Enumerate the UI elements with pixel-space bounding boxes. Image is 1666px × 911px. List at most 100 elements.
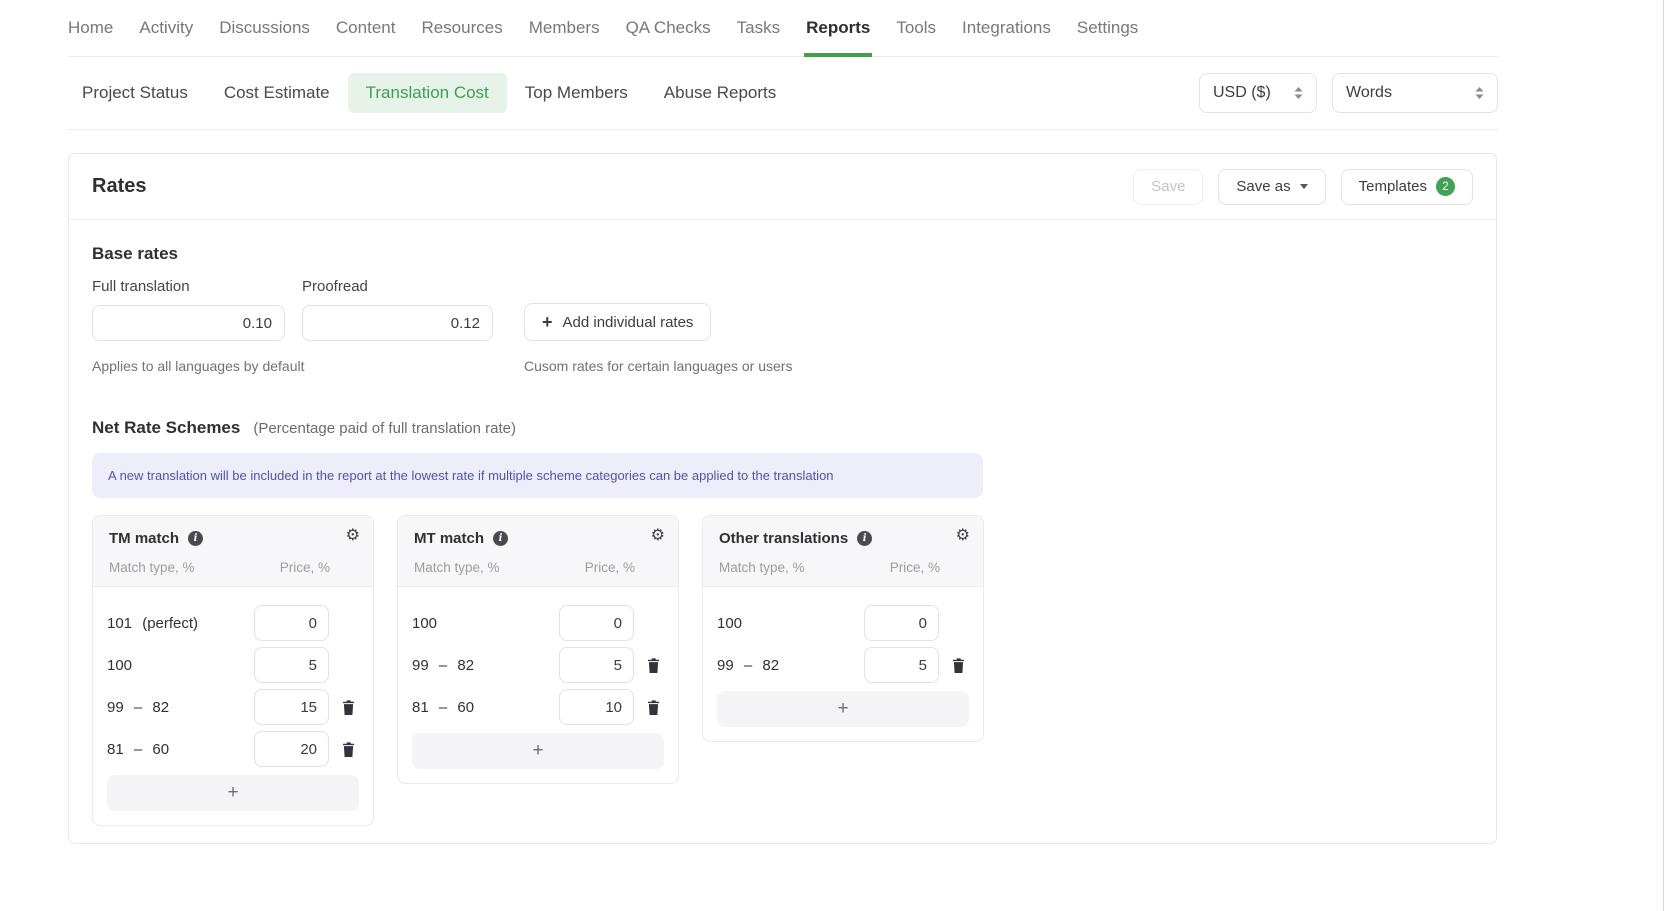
- trash-slot: [337, 700, 359, 715]
- nav-item-discussions[interactable]: Discussions: [219, 0, 310, 56]
- delete-row-button[interactable]: [647, 658, 660, 673]
- rate-row: 81 – 60: [398, 689, 678, 725]
- delete-row-button[interactable]: [952, 658, 965, 673]
- price-input[interactable]: [254, 605, 329, 641]
- lowest-rate-info-banner: A new translation will be included in th…: [92, 453, 983, 498]
- tab-top-members[interactable]: Top Members: [507, 73, 646, 113]
- add-individual-rates-button[interactable]: + Add individual rates: [524, 303, 711, 341]
- match-type-value: 81 – 60: [107, 741, 254, 758]
- info-icon[interactable]: i: [188, 531, 203, 546]
- price-input[interactable]: [559, 605, 634, 641]
- page-right-edge: [1663, 0, 1664, 911]
- match-type-column-header: Match type, %: [109, 560, 195, 575]
- price-input[interactable]: [254, 647, 329, 683]
- match-type-value: 99 – 82: [717, 657, 864, 674]
- delete-row-button[interactable]: [342, 700, 355, 715]
- trash-slot: [947, 658, 969, 673]
- nav-item-qa-checks[interactable]: QA Checks: [626, 0, 711, 56]
- price-input[interactable]: [254, 731, 329, 767]
- rate-row: 100: [93, 647, 373, 683]
- price-input[interactable]: [559, 689, 634, 725]
- top-navigation: Home Activity Discussions Content Resour…: [68, 0, 1498, 57]
- trash-icon: [342, 742, 355, 757]
- base-rate-labels: Full translation Proofread: [92, 278, 1473, 295]
- save-as-button[interactable]: Save as: [1218, 169, 1325, 205]
- templates-button[interactable]: Templates 2: [1341, 169, 1473, 205]
- price-column-header: Price, %: [890, 560, 940, 575]
- trash-slot: [337, 742, 359, 757]
- trash-slot: [642, 700, 664, 715]
- tab-cost-estimate[interactable]: Cost Estimate: [206, 73, 348, 113]
- full-translation-input[interactable]: [92, 305, 285, 341]
- match-type-value: 100: [412, 615, 559, 632]
- nav-item-resources[interactable]: Resources: [421, 0, 502, 56]
- price-input[interactable]: [864, 647, 939, 683]
- nav-item-home[interactable]: Home: [68, 0, 113, 56]
- sort-arrows-icon: [1475, 87, 1484, 99]
- match-type-value: 101 (perfect): [107, 615, 254, 632]
- price-input[interactable]: [559, 647, 634, 683]
- rate-row: 81 – 60: [93, 731, 373, 767]
- rates-card-header: Rates Save Save as Templates 2: [69, 154, 1496, 220]
- add-rate-row-button[interactable]: +: [717, 691, 969, 727]
- gear-icon[interactable]: ⚙: [956, 527, 970, 543]
- proofread-input[interactable]: [302, 305, 493, 341]
- delete-row-button[interactable]: [647, 700, 660, 715]
- mt-match-title-row: MT match i: [414, 530, 664, 547]
- base-rates-hint: Applies to all languages by default: [92, 358, 524, 374]
- save-as-label: Save as: [1236, 178, 1290, 195]
- nav-item-activity[interactable]: Activity: [139, 0, 193, 56]
- trash-icon: [952, 658, 965, 673]
- price-input[interactable]: [254, 689, 329, 725]
- tm-match-title-row: TM match i: [109, 530, 359, 547]
- trash-icon: [647, 658, 660, 673]
- info-icon[interactable]: i: [493, 531, 508, 546]
- unit-select[interactable]: Words: [1332, 73, 1498, 113]
- rate-row: 100: [703, 605, 983, 641]
- nav-item-integrations[interactable]: Integrations: [962, 0, 1051, 56]
- info-icon[interactable]: i: [857, 531, 872, 546]
- gear-icon[interactable]: ⚙: [346, 527, 360, 543]
- match-type-column-header: Match type, %: [414, 560, 500, 575]
- tab-abuse-reports[interactable]: Abuse Reports: [646, 73, 794, 113]
- match-type-value: 100: [717, 615, 864, 632]
- add-rate-row-button[interactable]: +: [412, 733, 664, 769]
- templates-label: Templates: [1359, 178, 1427, 195]
- nav-item-tools[interactable]: Tools: [896, 0, 936, 56]
- price-input[interactable]: [864, 605, 939, 641]
- other-translations-rows: 100 99 – 82 +: [703, 587, 983, 741]
- other-translations-panel-header: Other translations i ⚙ Match type, % Pri…: [703, 516, 983, 587]
- trash-slot: [642, 658, 664, 673]
- mt-match-rows: 100 99 – 82: [398, 587, 678, 783]
- other-translations-columns: Match type, % Price, %: [719, 560, 969, 575]
- mt-match-columns: Match type, % Price, %: [414, 560, 664, 575]
- rate-row: 100: [398, 605, 678, 641]
- tm-match-rows: 101 (perfect) 100 99 – 82: [93, 587, 373, 825]
- nav-item-reports[interactable]: Reports: [806, 0, 870, 56]
- mt-match-panel-header: MT match i ⚙ Match type, % Price, %: [398, 516, 678, 587]
- mt-match-title: MT match: [414, 530, 484, 547]
- match-type-value: 99 – 82: [412, 657, 559, 674]
- templates-count-badge: 2: [1436, 177, 1455, 196]
- currency-select[interactable]: USD ($): [1199, 73, 1317, 113]
- gear-icon[interactable]: ⚙: [651, 527, 665, 543]
- add-rate-row-button[interactable]: +: [107, 775, 359, 811]
- rates-card: Rates Save Save as Templates 2 Base rate…: [68, 153, 1497, 844]
- proofread-label: Proofread: [302, 278, 524, 295]
- nav-item-members[interactable]: Members: [529, 0, 600, 56]
- tm-match-title: TM match: [109, 530, 179, 547]
- nav-item-settings[interactable]: Settings: [1077, 0, 1138, 56]
- base-rates-heading: Base rates: [92, 244, 1473, 264]
- net-rate-schemes-heading: Net Rate Schemes: [92, 418, 240, 438]
- report-filters: USD ($) Words: [1199, 73, 1498, 113]
- save-button[interactable]: Save: [1133, 169, 1203, 205]
- tab-translation-cost[interactable]: Translation Cost: [348, 73, 507, 113]
- nav-item-content[interactable]: Content: [336, 0, 396, 56]
- rate-row: 99 – 82: [93, 689, 373, 725]
- delete-row-button[interactable]: [342, 742, 355, 757]
- base-rate-fields: + Add individual rates: [92, 303, 1473, 341]
- tab-project-status[interactable]: Project Status: [64, 73, 206, 113]
- tm-match-panel-header: TM match i ⚙ Match type, % Price, %: [93, 516, 373, 587]
- nav-item-tasks[interactable]: Tasks: [737, 0, 780, 56]
- report-tabs-bar: Project Status Cost Estimate Translation…: [68, 57, 1498, 130]
